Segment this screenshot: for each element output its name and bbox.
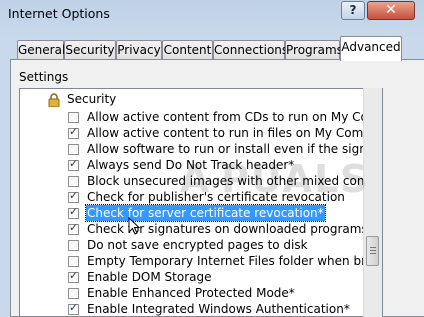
- setting-checkbox[interactable]: [68, 240, 79, 251]
- settings-group-label: Settings: [19, 70, 69, 84]
- tab-connections[interactable]: Connections: [213, 40, 288, 60]
- tab-content[interactable]: Content: [162, 40, 213, 60]
- setting-checkbox[interactable]: [68, 125, 79, 139]
- close-button[interactable]: ✕: [367, 1, 415, 20]
- setting-checkbox[interactable]: [68, 189, 79, 203]
- help-button[interactable]: ?: [341, 1, 365, 20]
- vertical-scrollbar[interactable]: [363, 88, 382, 317]
- setting-checkbox[interactable]: [68, 221, 79, 235]
- setting-checkbox[interactable]: [68, 112, 79, 123]
- setting-label[interactable]: Allow active content to run in files on …: [87, 125, 382, 141]
- setting-label[interactable]: Enable DOM Storage: [87, 269, 212, 285]
- setting-checkbox[interactable]: [68, 269, 79, 283]
- watermark-logo: A PUALS: [180, 157, 370, 201]
- settings-list[interactable]: Security Allow active content from CDs t…: [19, 88, 383, 317]
- setting-label[interactable]: Enable Enhanced Protected Mode*: [87, 285, 295, 301]
- tab-programs[interactable]: Programs: [285, 40, 343, 60]
- setting-label[interactable]: Allow active content from CDs to run on …: [87, 109, 382, 125]
- setting-checkbox[interactable]: [68, 176, 79, 187]
- setting-checkbox[interactable]: [68, 301, 79, 315]
- setting-checkbox[interactable]: [68, 144, 79, 155]
- setting-label[interactable]: Allow software to run or install even if…: [87, 141, 382, 157]
- setting-checkbox[interactable]: [68, 288, 79, 299]
- tab-privacy[interactable]: Privacy: [116, 40, 162, 60]
- setting-checkbox[interactable]: [68, 157, 79, 171]
- category-security: Security: [67, 92, 117, 106]
- tab-advanced[interactable]: Advanced: [340, 36, 402, 61]
- setting-label[interactable]: Do not save encrypted pages to disk: [87, 237, 308, 253]
- tab-strip: General Security Privacy Content Connect…: [0, 36, 424, 61]
- scrollbar-thumb[interactable]: [366, 236, 379, 266]
- internet-options-window: Internet Options ? ✕ General Security Pr…: [0, 0, 424, 317]
- setting-checkbox[interactable]: [68, 205, 79, 219]
- setting-label[interactable]: Check for server certificate revocation*: [85, 204, 326, 222]
- lock-icon: [48, 93, 60, 107]
- setting-checkbox[interactable]: [68, 256, 79, 267]
- setting-label[interactable]: Enable Integrated Windows Authentication…: [87, 301, 350, 316]
- window-title: Internet Options: [8, 6, 110, 21]
- setting-label[interactable]: Empty Temporary Internet Files folder wh…: [87, 253, 382, 269]
- tab-general[interactable]: General: [17, 40, 65, 60]
- tab-security[interactable]: Security: [64, 40, 116, 60]
- mouse-cursor-icon: [128, 217, 140, 235]
